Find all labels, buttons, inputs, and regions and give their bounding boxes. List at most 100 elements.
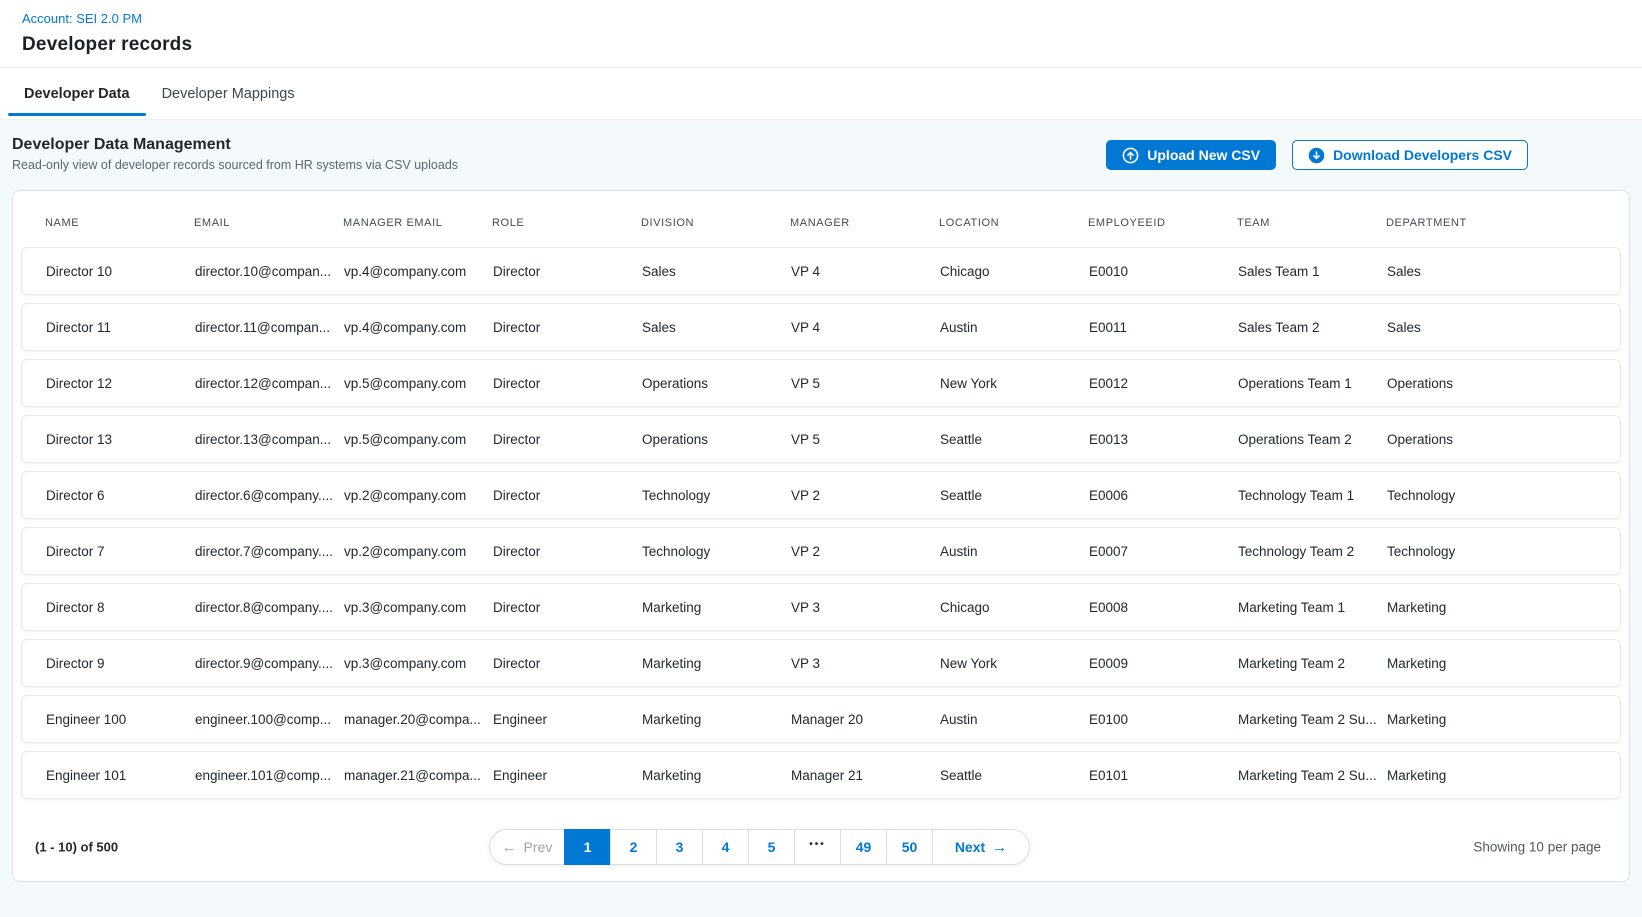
column-header-division: DIVISION bbox=[641, 217, 790, 229]
pagination-bar: (1 - 10) of 500 ← Prev 12345•••4950 Next… bbox=[21, 829, 1621, 865]
cell-team: Marketing Team 1 bbox=[1238, 600, 1387, 615]
pagination-controls: ← Prev 12345•••4950 Next → bbox=[489, 829, 1030, 865]
cell-location: Austin bbox=[940, 544, 1089, 559]
next-label: Next bbox=[955, 839, 985, 855]
cell-manager: Manager 21 bbox=[791, 768, 940, 783]
developer-table: NAMEEMAILMANAGER EMAILROLEDIVISIONMANAGE… bbox=[12, 190, 1630, 882]
next-page-button[interactable]: Next → bbox=[932, 829, 1030, 865]
cell-manager_email: vp.5@company.com bbox=[344, 432, 493, 447]
page-button-49[interactable]: 49 bbox=[840, 829, 887, 865]
cell-manager_email: vp.4@company.com bbox=[344, 320, 493, 335]
cell-email: director.6@company.... bbox=[195, 488, 344, 503]
cell-team: Technology Team 1 bbox=[1238, 488, 1387, 503]
cell-manager_email: vp.2@company.com bbox=[344, 488, 493, 503]
section-title: Developer Data Management bbox=[12, 136, 458, 154]
page-button-50[interactable]: 50 bbox=[886, 829, 933, 865]
tab-developer-data[interactable]: Developer Data bbox=[8, 68, 146, 119]
cell-employee_id: E0010 bbox=[1089, 264, 1238, 279]
cell-team: Marketing Team 2 bbox=[1238, 656, 1387, 671]
column-header-department: DEPARTMENT bbox=[1386, 217, 1597, 229]
cell-manager: VP 3 bbox=[791, 656, 940, 671]
cell-team: Sales Team 2 bbox=[1238, 320, 1387, 335]
cell-email: director.9@company.... bbox=[195, 656, 344, 671]
column-header-team: TEAM bbox=[1237, 217, 1386, 229]
column-header-manager_email: MANAGER EMAIL bbox=[343, 217, 492, 229]
cell-role: Director bbox=[493, 488, 642, 503]
cell-location: Seattle bbox=[940, 768, 1089, 783]
cell-role: Director bbox=[493, 376, 642, 391]
cell-manager: VP 5 bbox=[791, 376, 940, 391]
cell-email: engineer.100@comp... bbox=[195, 712, 344, 727]
cell-role: Director bbox=[493, 600, 642, 615]
cell-role: Director bbox=[493, 432, 642, 447]
upload-new-csv-button[interactable]: Upload New CSV bbox=[1106, 140, 1276, 170]
download-button-label: Download Developers CSV bbox=[1333, 147, 1512, 163]
prev-label: Prev bbox=[524, 839, 553, 855]
cell-name: Director 10 bbox=[46, 264, 195, 279]
cell-department: Sales bbox=[1387, 264, 1596, 279]
cell-email: director.13@compan... bbox=[195, 432, 344, 447]
developer-data-section: Developer Data Management Read-only view… bbox=[0, 120, 1642, 917]
cell-manager: VP 2 bbox=[791, 488, 940, 503]
cell-division: Marketing bbox=[642, 656, 791, 671]
cell-manager: VP 4 bbox=[791, 320, 940, 335]
table-row: Director 8director.8@company....vp.3@com… bbox=[21, 583, 1621, 631]
cell-department: Marketing bbox=[1387, 712, 1596, 727]
cell-division: Operations bbox=[642, 376, 791, 391]
upload-button-label: Upload New CSV bbox=[1147, 147, 1260, 163]
section-actions: Upload New CSV Download Developers CSV bbox=[1106, 140, 1528, 170]
cell-team: Operations Team 1 bbox=[1238, 376, 1387, 391]
column-header-role: ROLE bbox=[492, 217, 641, 229]
cell-team: Marketing Team 2 Su... bbox=[1238, 712, 1387, 727]
section-subtitle: Read-only view of developer records sour… bbox=[12, 158, 458, 172]
cell-division: Marketing bbox=[642, 712, 791, 727]
cell-location: Seattle bbox=[940, 432, 1089, 447]
download-developers-csv-button[interactable]: Download Developers CSV bbox=[1292, 140, 1528, 170]
account-breadcrumb-link[interactable]: Account: SEI 2.0 PM bbox=[22, 11, 142, 26]
cell-department: Operations bbox=[1387, 376, 1596, 391]
table-row: Director 13director.13@compan...vp.5@com… bbox=[21, 415, 1621, 463]
cell-manager: Manager 20 bbox=[791, 712, 940, 727]
cell-name: Director 7 bbox=[46, 544, 195, 559]
cell-manager_email: vp.4@company.com bbox=[344, 264, 493, 279]
cell-email: engineer.101@comp... bbox=[195, 768, 344, 783]
cell-employee_id: E0011 bbox=[1089, 320, 1238, 335]
cell-location: Seattle bbox=[940, 488, 1089, 503]
cell-department: Technology bbox=[1387, 488, 1596, 503]
cell-manager_email: vp.3@company.com bbox=[344, 600, 493, 615]
section-header: Developer Data Management Read-only view… bbox=[12, 136, 1630, 172]
page-button-5[interactable]: 5 bbox=[748, 829, 795, 865]
tab-developer-mappings[interactable]: Developer Mappings bbox=[146, 68, 311, 119]
table-row: Director 12director.12@compan...vp.5@com… bbox=[21, 359, 1621, 407]
cell-role: Director bbox=[493, 320, 642, 335]
cell-team: Sales Team 1 bbox=[1238, 264, 1387, 279]
cell-name: Engineer 101 bbox=[46, 768, 195, 783]
cell-manager: VP 5 bbox=[791, 432, 940, 447]
table-row: Director 9director.9@company....vp.3@com… bbox=[21, 639, 1621, 687]
cell-location: Austin bbox=[940, 320, 1089, 335]
upload-circle-icon bbox=[1122, 147, 1139, 164]
prev-page-button[interactable]: ← Prev bbox=[489, 829, 565, 865]
per-page-text: Showing 10 per page bbox=[1473, 840, 1601, 855]
cell-department: Marketing bbox=[1387, 656, 1596, 671]
cell-location: Chicago bbox=[940, 264, 1089, 279]
section-header-text: Developer Data Management Read-only view… bbox=[12, 136, 458, 172]
cell-role: Engineer bbox=[493, 768, 642, 783]
cell-manager_email: manager.21@compa... bbox=[344, 768, 493, 783]
cell-name: Director 9 bbox=[46, 656, 195, 671]
table-row: Engineer 100engineer.100@comp...manager.… bbox=[21, 695, 1621, 743]
page-button-3[interactable]: 3 bbox=[656, 829, 703, 865]
cell-name: Director 13 bbox=[46, 432, 195, 447]
page-button-2[interactable]: 2 bbox=[610, 829, 657, 865]
page-button-4[interactable]: 4 bbox=[702, 829, 749, 865]
download-circle-icon bbox=[1308, 147, 1325, 164]
page-button-1[interactable]: 1 bbox=[564, 829, 611, 865]
cell-employee_id: E0101 bbox=[1089, 768, 1238, 783]
cell-employee_id: E0100 bbox=[1089, 712, 1238, 727]
cell-team: Operations Team 2 bbox=[1238, 432, 1387, 447]
column-header-email: EMAIL bbox=[194, 217, 343, 229]
page-title: Developer records bbox=[22, 34, 1618, 56]
cell-team: Technology Team 2 bbox=[1238, 544, 1387, 559]
cell-employee_id: E0007 bbox=[1089, 544, 1238, 559]
arrow-left-icon: ← bbox=[502, 840, 517, 855]
